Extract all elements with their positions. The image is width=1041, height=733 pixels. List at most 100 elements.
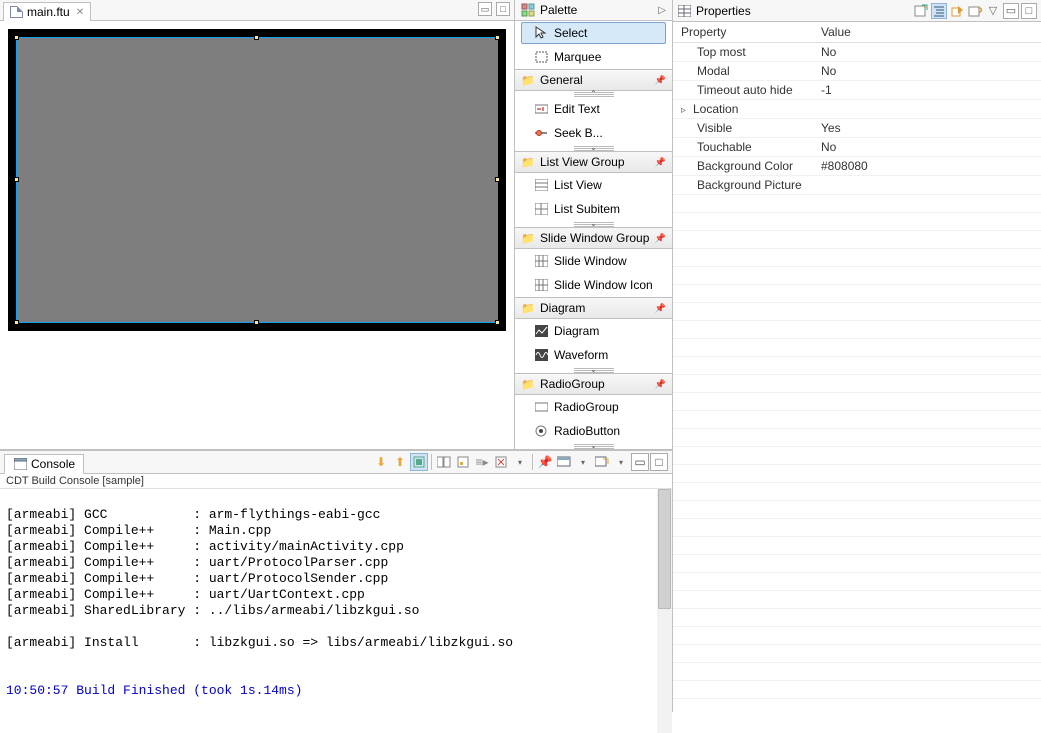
- design-canvas[interactable]: [8, 29, 506, 331]
- pin-icon[interactable]: 📌: [655, 233, 666, 244]
- pin-icon[interactable]: 📌: [655, 379, 666, 390]
- edit-text-icon: [534, 102, 548, 116]
- maximize-button[interactable]: □: [1021, 3, 1037, 19]
- palette-item-diagram[interactable]: Diagram: [515, 319, 672, 343]
- palette-item-label: Slide Window Icon: [554, 278, 653, 292]
- view-menu-button[interactable]: ▽: [985, 3, 1001, 19]
- resize-handle[interactable]: [14, 177, 19, 182]
- toolbar-button[interactable]: [949, 3, 965, 19]
- table-row[interactable]: Background Color#808080: [673, 157, 1041, 176]
- toolbar-button[interactable]: [967, 3, 983, 19]
- resize-handle[interactable]: [495, 35, 500, 40]
- palette-group-label: Diagram: [540, 301, 585, 315]
- palette-item-slide-window-icon[interactable]: Slide Window Icon: [515, 273, 672, 297]
- palette-group-diagram[interactable]: Diagram 📌: [515, 297, 672, 319]
- table-row[interactable]: Timeout auto hide-1: [673, 81, 1041, 100]
- palette-group-listview[interactable]: List View Group 📌: [515, 151, 672, 173]
- minimize-button[interactable]: ▭: [1003, 3, 1019, 19]
- maximize-button[interactable]: □: [496, 2, 510, 16]
- canvas-selection[interactable]: [16, 37, 498, 323]
- pin-icon[interactable]: 📌: [655, 75, 666, 86]
- maximize-button[interactable]: □: [650, 453, 668, 471]
- table-row[interactable]: Background Picture: [673, 176, 1041, 195]
- palette-item-edit-text[interactable]: Edit Text: [515, 97, 672, 121]
- marquee-icon: [534, 50, 548, 64]
- palette-item-marquee[interactable]: Marquee: [515, 45, 672, 69]
- palette-group-slidewin[interactable]: Slide Window Group 📌: [515, 227, 672, 249]
- palette-item-slide-window[interactable]: Slide Window: [515, 249, 672, 273]
- palette-item-list-subitem[interactable]: List Subitem: [515, 197, 672, 221]
- console-tool[interactable]: [454, 453, 472, 471]
- next-button[interactable]: ⬆: [391, 453, 409, 471]
- palette-group-general[interactable]: General 📌: [515, 69, 672, 91]
- cursor-icon: [534, 26, 548, 40]
- table-row[interactable]: TouchableNo: [673, 138, 1041, 157]
- palette-item-label: Edit Text: [554, 102, 600, 116]
- minimize-button[interactable]: ▭: [631, 453, 649, 471]
- table-row[interactable]: ▹Location: [673, 100, 1041, 119]
- minimize-button[interactable]: ▭: [478, 2, 492, 16]
- resize-handle[interactable]: [14, 320, 19, 325]
- dropdown-icon[interactable]: ▾: [511, 453, 529, 471]
- pin-icon[interactable]: 📌: [655, 303, 666, 314]
- palette-header: Palette ▷: [515, 0, 672, 21]
- palette-group-radiogroup[interactable]: RadioGroup 📌: [515, 373, 672, 395]
- diagram-icon: [534, 324, 548, 338]
- close-icon[interactable]: ✕: [76, 7, 84, 18]
- clear-button[interactable]: [492, 453, 510, 471]
- folder-icon: [521, 301, 535, 315]
- palette-item-radiogroup[interactable]: RadioGroup: [515, 395, 672, 419]
- dropdown-icon[interactable]: ▾: [574, 453, 592, 471]
- palette-item-label: Seek B...: [554, 126, 603, 140]
- grid-icon: [534, 254, 548, 268]
- folder-icon: [521, 377, 535, 391]
- open-console-button[interactable]: [593, 453, 611, 471]
- scrollbar[interactable]: [657, 489, 672, 733]
- table-row[interactable]: Top mostNo: [673, 43, 1041, 62]
- pin-icon[interactable]: 📌: [655, 157, 666, 168]
- properties-icon: [677, 4, 691, 18]
- palette-item-radiobutton[interactable]: RadioButton: [515, 419, 672, 443]
- table-row[interactable]: VisibleYes: [673, 119, 1041, 138]
- pin-console-button[interactable]: 📌: [536, 453, 554, 471]
- radiobutton-icon: [534, 424, 548, 438]
- toolbar-button[interactable]: [931, 3, 947, 19]
- tab-main-ftu[interactable]: main.ftu ✕: [3, 2, 91, 21]
- editor-tabbar: main.ftu ✕ ▭ □: [0, 0, 514, 21]
- radiogroup-icon: [534, 400, 548, 414]
- console-finish-line: 10:50:57 Build Finished (took 1s.14ms): [6, 683, 302, 698]
- chevron-right-icon[interactable]: ▷: [658, 5, 666, 16]
- resize-handle[interactable]: [254, 35, 259, 40]
- display-button[interactable]: [555, 453, 573, 471]
- col-property: Property: [673, 22, 813, 43]
- resize-handle[interactable]: [495, 320, 500, 325]
- scrollbar-thumb[interactable]: [658, 489, 671, 609]
- console-output[interactable]: [armeabi] GCC : arm-flythings-eabi-gcc […: [0, 489, 672, 733]
- dropdown-icon[interactable]: ▾: [612, 453, 630, 471]
- expand-handle[interactable]: ⌄: [574, 443, 614, 449]
- resize-handle[interactable]: [14, 35, 19, 40]
- palette-icon: [521, 3, 535, 17]
- tab-console[interactable]: Console: [4, 454, 84, 474]
- palette-item-list-view[interactable]: List View: [515, 173, 672, 197]
- tab-label: Console: [31, 457, 75, 471]
- list-view-icon: [534, 178, 548, 192]
- toggle-button[interactable]: [410, 453, 428, 471]
- toolbar-button[interactable]: [913, 3, 929, 19]
- console-tool[interactable]: ≡▸: [473, 453, 491, 471]
- console-tool[interactable]: [435, 453, 453, 471]
- console-tabbar: Console ⬇ ⬆ ≡▸ ▾ 📌 ▾ ▾: [0, 451, 672, 474]
- list-subitem-icon: [534, 202, 548, 216]
- palette-item-select[interactable]: Select: [521, 22, 666, 44]
- resize-handle[interactable]: [495, 177, 500, 182]
- table-row[interactable]: ModalNo: [673, 62, 1041, 81]
- properties-header: Properties ▽ ▭ □: [673, 0, 1041, 22]
- file-icon: [10, 6, 23, 18]
- properties-table: PropertyValue Top mostNo ModalNo Timeout…: [673, 22, 1041, 699]
- palette-item-label: Select: [554, 26, 587, 40]
- prev-button[interactable]: ⬇: [372, 453, 390, 471]
- expander-icon[interactable]: ▹: [681, 105, 690, 116]
- palette-item-waveform[interactable]: Waveform: [515, 343, 672, 367]
- resize-handle[interactable]: [254, 320, 259, 325]
- palette-item-seek-bar[interactable]: Seek B...: [515, 121, 672, 145]
